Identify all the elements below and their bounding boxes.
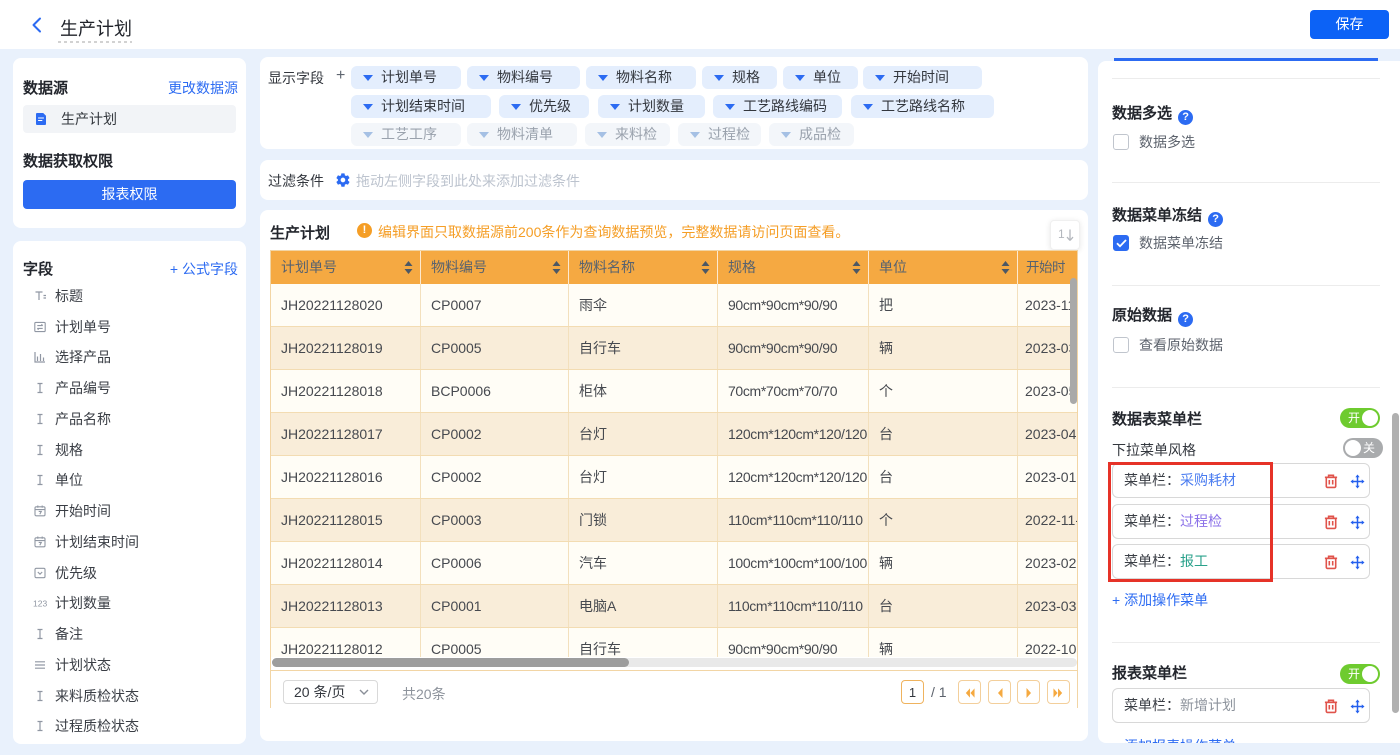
- svg-text:123: 123: [33, 599, 47, 609]
